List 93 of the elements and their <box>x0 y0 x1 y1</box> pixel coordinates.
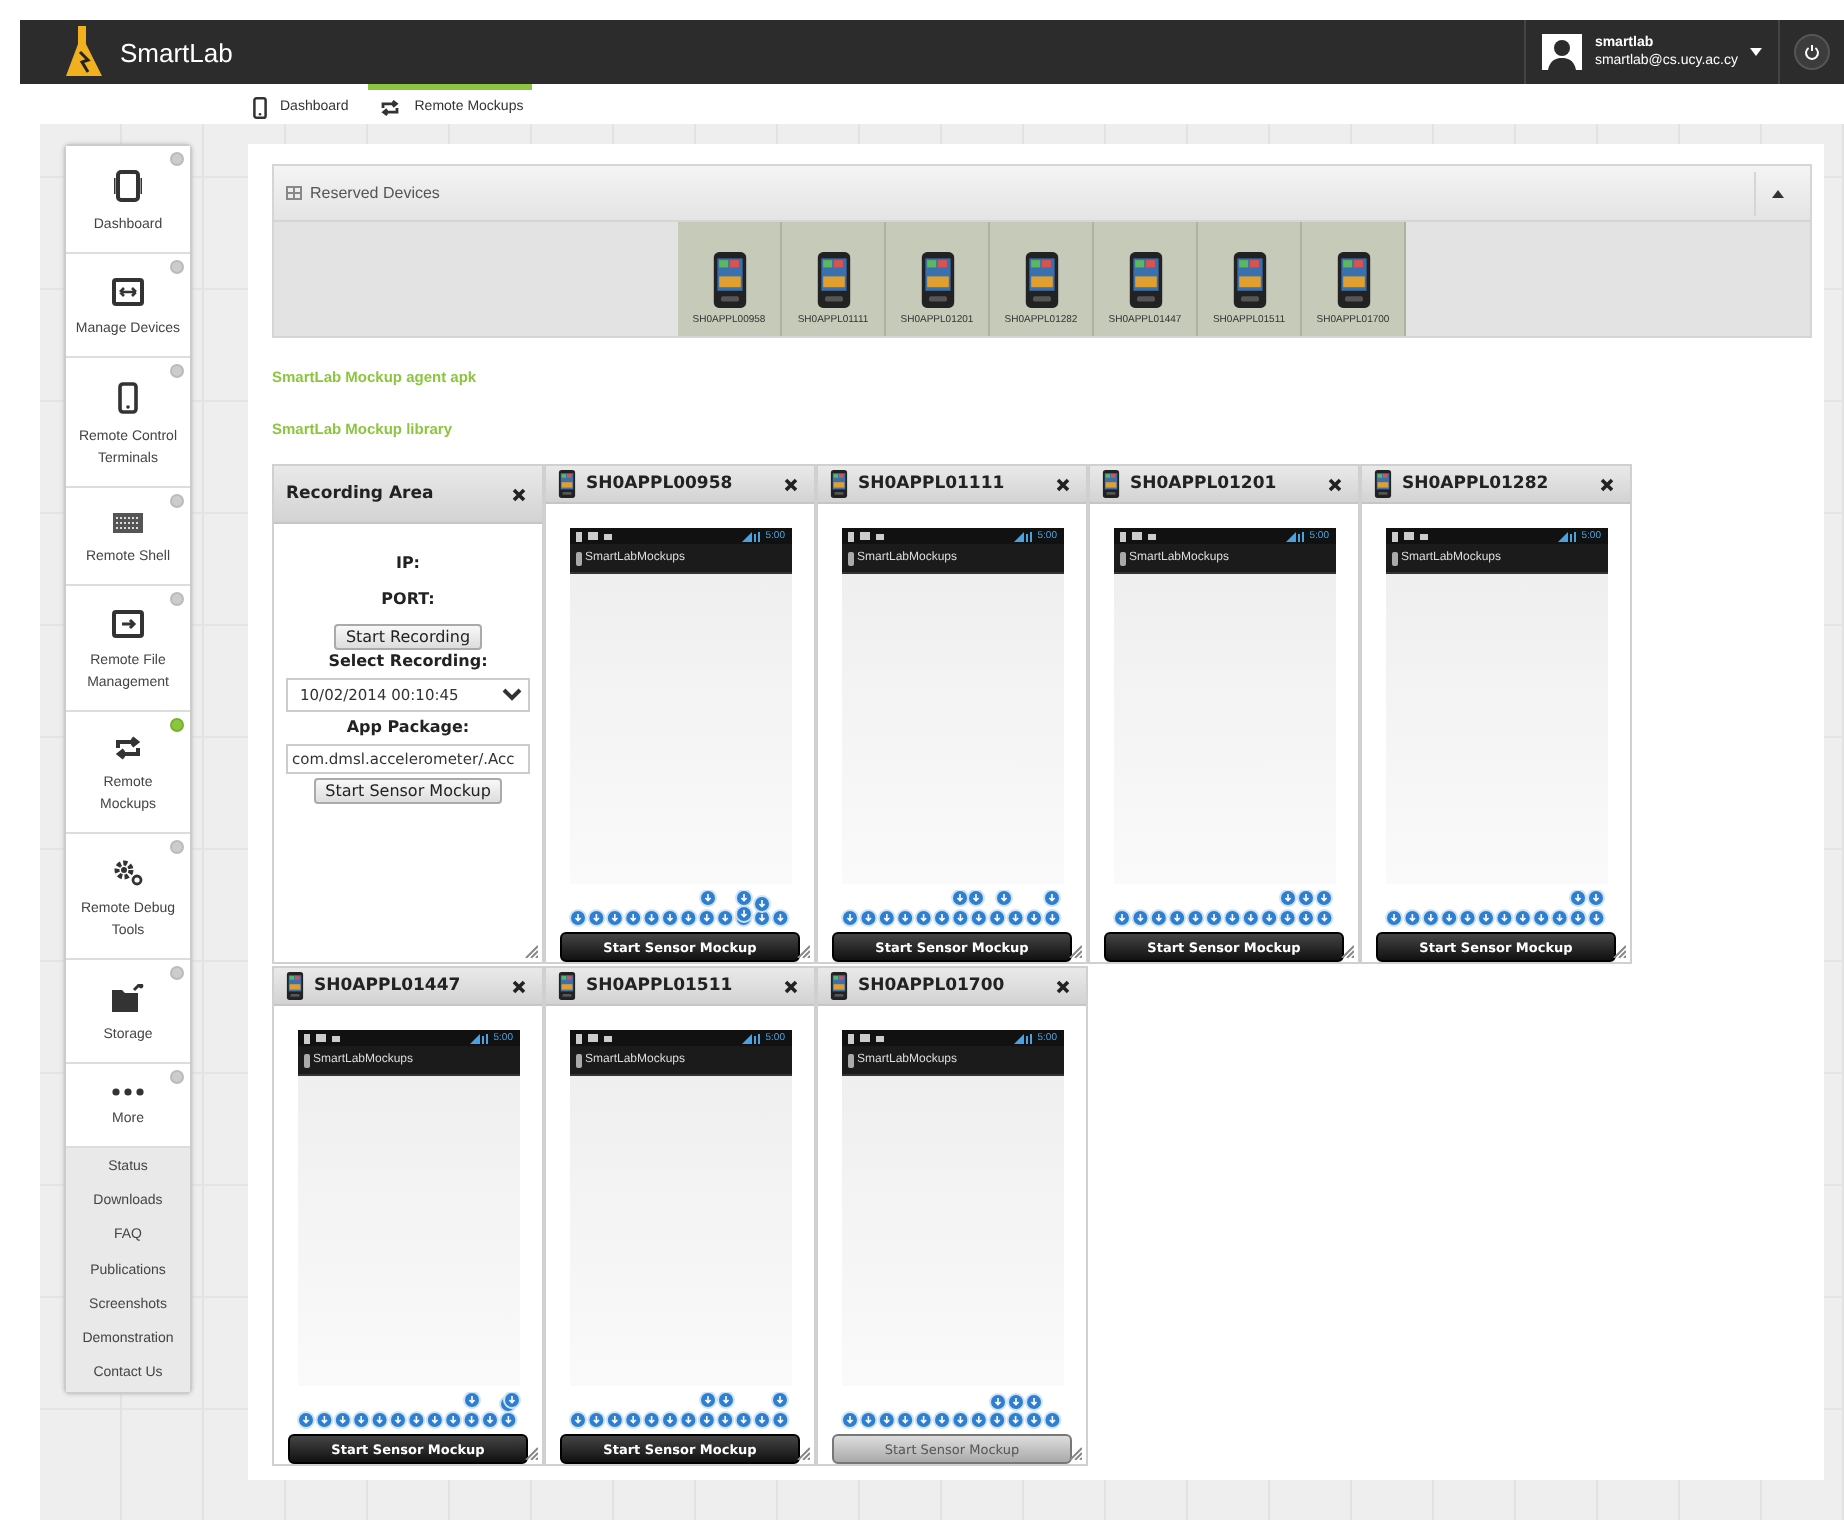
smartphone-icon <box>1023 250 1059 310</box>
smartphone-icon <box>1374 468 1392 500</box>
panel-title: SH0APPL01111 <box>858 474 1005 494</box>
close-button[interactable] <box>784 477 798 491</box>
phone-icon <box>118 382 138 414</box>
folder-icon <box>112 984 144 1012</box>
app-title: SmartLab <box>120 37 233 67</box>
more-icon <box>112 1088 144 1096</box>
resize-handle[interactable] <box>1068 944 1082 958</box>
smartphone-icon <box>1231 250 1267 310</box>
smartphone-icon <box>1127 250 1163 310</box>
app-icon <box>847 1053 853 1067</box>
app-icon <box>575 1053 581 1067</box>
panel-title: SH0APPL00958 <box>586 474 733 494</box>
panel-title: SH0APPL01447 <box>314 976 461 996</box>
smartphone-icon <box>830 970 848 1002</box>
smartphone-icon <box>919 250 955 310</box>
close-button[interactable] <box>1056 979 1070 993</box>
field-label: Select Recording: <box>328 650 488 674</box>
close-button[interactable] <box>1600 477 1614 491</box>
panel-title: SH0APPL01700 <box>858 976 1005 996</box>
close-button[interactable] <box>512 979 526 993</box>
signal-icon <box>469 1033 490 1043</box>
smartphone-icon <box>558 970 576 1002</box>
resize-handle[interactable] <box>1612 944 1626 958</box>
power-icon <box>1804 44 1820 60</box>
gears-icon <box>112 858 144 886</box>
close-icon <box>1600 477 1614 491</box>
signal-icon <box>741 1033 762 1043</box>
signal-icon <box>1285 531 1306 541</box>
close-icon <box>1056 477 1070 491</box>
smartphone-icon <box>830 468 848 500</box>
close-icon <box>512 487 526 501</box>
smartphone-icon <box>711 250 747 310</box>
panel-title: Recording Area <box>286 484 434 504</box>
app-icon <box>575 551 581 565</box>
signal-icon <box>1013 1033 1034 1043</box>
status-icons-drawing <box>303 1033 343 1043</box>
close-icon <box>1328 477 1342 491</box>
caret-icon <box>1750 48 1762 56</box>
status-icons-drawing <box>575 1033 615 1043</box>
status-icons-drawing <box>575 531 615 541</box>
resize-handle[interactable] <box>796 1446 810 1460</box>
smartphone-icon <box>286 970 304 1002</box>
signal-icon <box>1557 531 1578 541</box>
status-icons-drawing <box>1391 531 1431 541</box>
close-button[interactable] <box>1056 477 1070 491</box>
avatar-icon <box>1542 34 1583 70</box>
close-icon <box>1056 979 1070 993</box>
signal-icon <box>1013 531 1034 541</box>
smartphone-icon <box>558 468 576 500</box>
panel-title: SH0APPL01201 <box>1130 474 1277 494</box>
resize-handle[interactable] <box>1340 944 1354 958</box>
smartphone-icon <box>815 250 851 310</box>
panel-title: SH0APPL01511 <box>586 976 733 996</box>
signal-icon <box>741 531 762 541</box>
app-icon <box>847 551 853 565</box>
phone-icon <box>253 95 267 119</box>
close-icon <box>512 979 526 993</box>
repeat-icon <box>114 736 142 760</box>
flask-logo-icon <box>64 26 104 78</box>
resize-handle[interactable] <box>796 944 810 958</box>
field-label: App Package: <box>346 716 470 740</box>
panel-title: SH0APPL01282 <box>1402 474 1549 494</box>
close-button[interactable] <box>784 979 798 993</box>
repeat-icon <box>380 98 401 116</box>
status-icons-drawing <box>847 531 887 541</box>
start-sensor-mockup-button[interactable]: Start Sensor Mockup <box>313 778 503 804</box>
caret-icon <box>1771 189 1783 197</box>
smartphone-icon <box>1335 250 1371 310</box>
resize-handle[interactable] <box>524 944 538 958</box>
swap-icon <box>112 278 144 306</box>
file-transfer-icon <box>112 610 144 638</box>
close-icon <box>784 979 798 993</box>
field-label: IP: <box>395 552 421 576</box>
app-icon <box>1119 551 1125 565</box>
status-icons-drawing <box>1119 531 1159 541</box>
app-icon <box>303 1053 309 1067</box>
smartphone-icon <box>1102 468 1120 500</box>
close-button[interactable] <box>512 487 526 501</box>
resize-handle[interactable] <box>1068 1446 1082 1460</box>
status-icons-drawing <box>847 1033 887 1043</box>
field-label: PORT: <box>381 588 435 612</box>
close-button[interactable] <box>1328 477 1342 491</box>
power-button[interactable] <box>1794 34 1830 70</box>
panel-title: Reserved Devices <box>310 184 440 202</box>
grid-icon <box>286 186 302 200</box>
close-icon <box>784 477 798 491</box>
app-icon <box>1391 551 1397 565</box>
resize-handle[interactable] <box>524 1446 538 1460</box>
start-recording-button[interactable]: Start Recording <box>333 624 483 650</box>
tablet-icon <box>114 170 142 202</box>
keyboard-icon <box>112 512 144 534</box>
